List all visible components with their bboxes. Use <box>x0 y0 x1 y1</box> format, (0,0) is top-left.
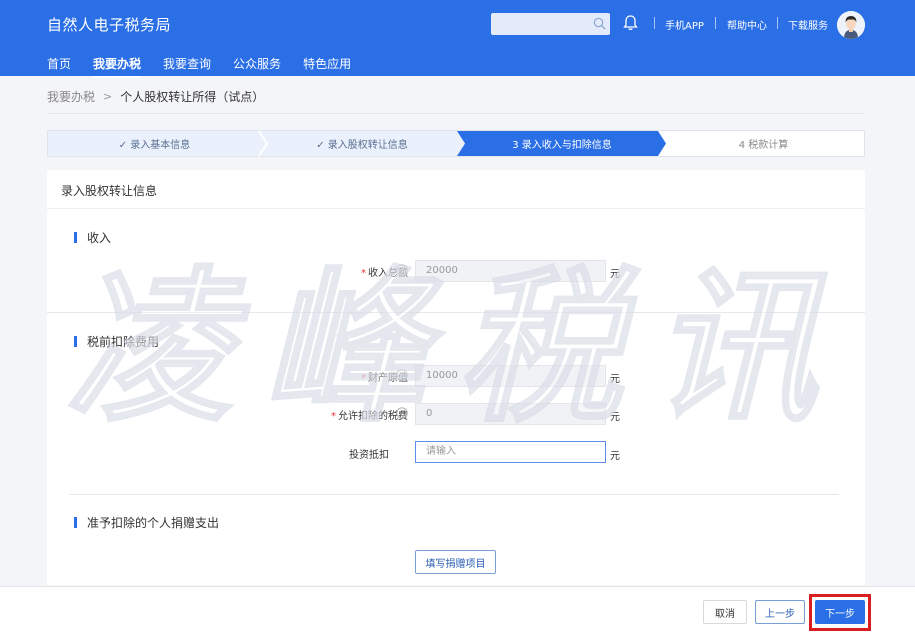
header-separator <box>777 17 778 29</box>
section-donation-title: 准予扣除的个人捐赠支出 <box>74 514 219 531</box>
cancel-button[interactable]: 取消 <box>703 600 747 624</box>
section-divider <box>47 312 865 313</box>
mobile-app-link[interactable]: 手机APP <box>665 17 704 32</box>
nav-featured-apps[interactable]: 特色应用 <box>303 55 351 77</box>
required-mark: * <box>361 268 366 279</box>
breadcrumb-parent[interactable]: 我要办税 <box>47 88 95 105</box>
breadcrumb: 我要办税 > 个人股权转让所得（试点） <box>47 88 264 105</box>
breadcrumb-separator: > <box>103 90 113 103</box>
original-value-unit: 元 <box>610 374 620 385</box>
panel-title: 录入股权转让信息 <box>61 184 158 198</box>
section-income-label: 收入 <box>87 231 112 245</box>
nav-public-service[interactable]: 公众服务 <box>233 55 281 77</box>
step-tax-calculation: 4 税款计算 <box>738 140 789 151</box>
original-value-input[interactable]: 10000 <box>415 365 606 387</box>
panel-title-divider <box>47 208 865 209</box>
total-income-unit: 元 <box>610 269 620 280</box>
section-deduction-title: 税前扣除费用 <box>74 333 159 350</box>
next-step-button[interactable]: 下一步 <box>815 600 865 624</box>
section-divider <box>69 494 839 495</box>
step-basic-info: ✓ 录入基本信息 <box>118 140 191 151</box>
app-title: 自然人电子税务局 <box>47 16 172 34</box>
step-progress: ✓ 录入基本信息 ✓ 录入股权转让信息 3 录入收入与扣除信息 4 税款计算 <box>47 130 865 157</box>
section-deduction-label: 税前扣除费用 <box>87 335 160 349</box>
deductible-tax-unit: 元 <box>610 412 620 423</box>
fill-donation-button[interactable]: 填写捐赠项目 <box>415 550 496 574</box>
required-mark: * <box>361 373 366 384</box>
help-icon[interactable]: ? <box>396 369 408 381</box>
investment-offset-label: 投资抵扣 <box>349 450 389 461</box>
total-income-input[interactable]: 20000 <box>415 260 606 282</box>
user-avatar-icon <box>837 11 865 39</box>
form-panel: 录入股权转让信息 收入 * 收入总额 ? 20000 元 税前扣除费用 * 财产原值… <box>47 170 865 585</box>
section-income-title: 收入 <box>74 229 111 246</box>
breadcrumb-divider <box>47 113 865 114</box>
nav-query[interactable]: 我要查询 <box>163 55 211 77</box>
help-icon[interactable]: ? <box>396 407 408 419</box>
investment-offset-input[interactable]: 请输入 <box>415 441 606 463</box>
avatar[interactable] <box>837 11 865 39</box>
nav-home[interactable]: 首页 <box>47 55 71 77</box>
search-box[interactable] <box>491 13 610 36</box>
previous-step-button[interactable]: 上一步 <box>755 600 805 624</box>
header-separator <box>654 17 655 29</box>
main-nav: 首页 我要办税 我要查询 公众服务 特色应用 <box>47 55 373 78</box>
step-equity-transfer-info: ✓ 录入股权转让信息 <box>316 140 408 151</box>
download-service-link[interactable]: 下载服务 <box>788 17 828 32</box>
svg-text:?: ? <box>400 409 404 418</box>
header-separator <box>715 17 716 29</box>
section-donation-label: 准予扣除的个人捐赠支出 <box>87 516 220 530</box>
svg-text:?: ? <box>400 266 404 275</box>
bell-icon[interactable] <box>622 14 639 32</box>
help-center-link[interactable]: 帮助中心 <box>727 17 767 32</box>
deductible-tax-input[interactable]: 0 <box>415 403 606 425</box>
step-income-deduction: 3 录入收入与扣除信息 <box>512 140 612 151</box>
footer-bar: 取消 上一步 下一步 <box>0 586 915 636</box>
section-marker <box>74 517 77 528</box>
breadcrumb-current: 个人股权转让所得（试点） <box>120 90 265 104</box>
section-marker <box>74 232 77 243</box>
search-icon[interactable] <box>593 17 606 30</box>
investment-offset-unit: 元 <box>610 451 620 462</box>
help-icon[interactable]: ? <box>396 264 408 276</box>
required-mark: * <box>331 411 336 422</box>
nav-tax-handling[interactable]: 我要办税 <box>93 55 142 78</box>
section-marker <box>74 336 77 347</box>
svg-text:?: ? <box>400 371 404 380</box>
top-header: 自然人电子税务局 手机APP 帮助中心 下载服务 首页 我要办税 我要查询 公众… <box>0 0 915 78</box>
